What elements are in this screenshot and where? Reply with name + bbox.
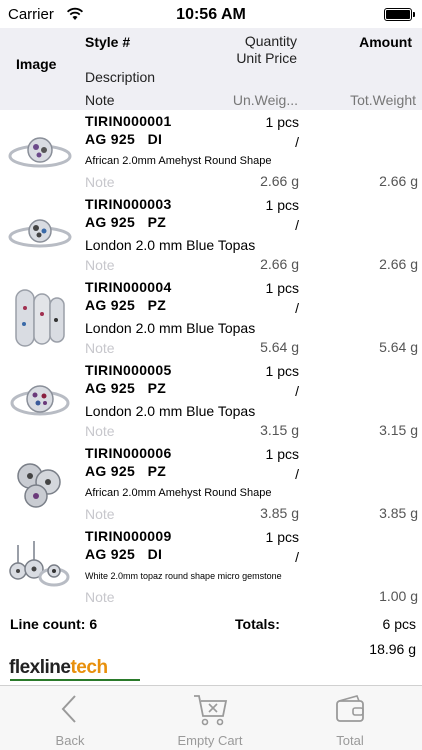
item-unit-weight: 2.66 g	[260, 256, 299, 272]
empty-cart-button[interactable]: Empty Cart	[160, 686, 260, 750]
item-unit-weight: 3.15 g	[260, 422, 299, 438]
header-unit-weight: Un.Weig...	[232, 92, 298, 108]
item-material: AG 925 PZ	[85, 214, 167, 230]
ring-icon	[8, 137, 72, 168]
totals-label: Totals:	[235, 616, 280, 632]
header-style: Style #	[85, 34, 131, 50]
item-material: AG 925 PZ	[85, 463, 167, 479]
ring-icon	[15, 289, 65, 347]
header-note: Note	[85, 92, 115, 108]
item-code: TIRIN000005	[85, 362, 172, 378]
empty-cart-label: Empty Cart	[177, 733, 243, 748]
header-image: Image	[16, 56, 57, 72]
table-row[interactable]: TIRIN000009 AG 925 DI 1 pcs / White 2.0m…	[0, 525, 422, 608]
item-list: TIRIN000001 AG 925 DI 1 pcs / African 2.…	[0, 110, 422, 608]
item-material: AG 925 PZ	[85, 297, 167, 313]
item-code: TIRIN000009	[85, 528, 172, 544]
item-description: London 2.0 mm Blue Topas	[85, 237, 256, 253]
item-unit-price: /	[295, 300, 299, 316]
item-description: London 2.0 mm Blue Topas	[85, 403, 256, 419]
item-quantity: 1 pcs	[265, 529, 299, 545]
item-quantity: 1 pcs	[265, 446, 299, 462]
item-unit-price: /	[295, 217, 299, 233]
header-quantity-unit-price: Quantity Unit Price	[236, 33, 297, 67]
header-total-weight: Tot.Weight	[350, 92, 416, 108]
item-quantity: 1 pcs	[265, 197, 299, 213]
item-description: African 2.0mm Amehyst Round Shape	[85, 155, 272, 167]
cart-x-icon	[194, 695, 228, 726]
item-quantity: 1 pcs	[265, 363, 299, 379]
tab-bar: Back Empty Cart Total	[0, 685, 422, 750]
item-quantity: 1 pcs	[265, 280, 299, 296]
table-row[interactable]: TIRIN000001 AG 925 DI 1 pcs / African 2.…	[0, 110, 422, 193]
item-material: AG 925 DI	[85, 131, 163, 147]
ring-icon	[8, 219, 72, 248]
item-quantity: 1 pcs	[265, 114, 299, 130]
table-header: Image Style # Quantity Unit Price Amount…	[0, 28, 422, 110]
back-label: Back	[55, 733, 85, 748]
wallet-icon	[336, 695, 364, 722]
item-note[interactable]: Note	[85, 589, 115, 605]
item-total-weight: 3.15 g	[379, 422, 418, 438]
table-row[interactable]: TIRIN000004 AG 925 PZ 1 pcs / London 2.0…	[0, 276, 422, 359]
ring-icon	[9, 541, 70, 587]
item-unit-price: /	[295, 466, 299, 482]
item-total-weight: 2.66 g	[379, 256, 418, 272]
item-unit-price: /	[295, 383, 299, 399]
item-unit-price: /	[295, 134, 299, 150]
line-count: Line count: 6	[10, 616, 98, 632]
header-unit-price: Unit Price	[236, 50, 297, 66]
ring-icon	[10, 385, 70, 416]
logo-text-flexline: flexline	[9, 657, 71, 678]
item-material: AG 925 PZ	[85, 380, 167, 396]
total-pieces: 6 pcs	[382, 616, 416, 632]
header-quantity: Quantity	[244, 33, 297, 49]
item-material: AG 925 DI	[85, 546, 163, 562]
status-bar: Carrier 10:56 AM	[0, 0, 422, 30]
battery-icon	[384, 8, 415, 21]
item-note[interactable]: Note	[85, 174, 115, 190]
logo-underline	[10, 679, 140, 681]
table-row[interactable]: TIRIN000006 AG 925 PZ 1 pcs / African 2.…	[0, 442, 422, 525]
back-button[interactable]: Back	[30, 686, 110, 750]
item-code: TIRIN000006	[85, 445, 172, 461]
item-code: TIRIN000003	[85, 196, 172, 212]
logo-text-tech: tech	[70, 657, 108, 678]
status-time: 10:56 AM	[176, 6, 246, 23]
ring-icon	[17, 463, 61, 508]
item-note[interactable]: Note	[85, 423, 115, 439]
item-description: London 2.0 mm Blue Topas	[85, 320, 256, 336]
item-note[interactable]: Note	[85, 340, 115, 356]
table-row[interactable]: TIRIN000003 AG 925 PZ 1 pcs / London 2.0…	[0, 193, 422, 276]
header-amount: Amount	[359, 34, 412, 50]
item-total-weight: 3.85 g	[379, 505, 418, 521]
total-button[interactable]: Total	[310, 686, 390, 750]
header-description: Description	[85, 69, 156, 85]
item-note[interactable]: Note	[85, 506, 115, 522]
item-unit-weight: 2.66 g	[260, 173, 299, 189]
item-code: TIRIN000004	[85, 279, 172, 295]
flexlinetech-logo: flexlinetech	[9, 657, 140, 681]
item-unit-price: /	[295, 549, 299, 565]
item-unit-weight: 3.85 g	[260, 505, 299, 521]
total-weight: 18.96 g	[369, 641, 416, 657]
item-total-weight: 2.66 g	[379, 173, 418, 189]
item-total-weight: 1.00 g	[379, 588, 418, 604]
item-description: African 2.0mm Amehyst Round Shape	[85, 487, 272, 499]
back-chevron-icon	[61, 695, 76, 723]
item-description: White 2.0mm topaz round shape micro gems…	[85, 571, 282, 581]
item-unit-weight: 5.64 g	[260, 339, 299, 355]
item-total-weight: 5.64 g	[379, 339, 418, 355]
total-label: Total	[336, 733, 364, 748]
item-note[interactable]: Note	[85, 257, 115, 273]
item-code: TIRIN000001	[85, 113, 172, 129]
table-row[interactable]: TIRIN000005 AG 925 PZ 1 pcs / London 2.0…	[0, 359, 422, 442]
